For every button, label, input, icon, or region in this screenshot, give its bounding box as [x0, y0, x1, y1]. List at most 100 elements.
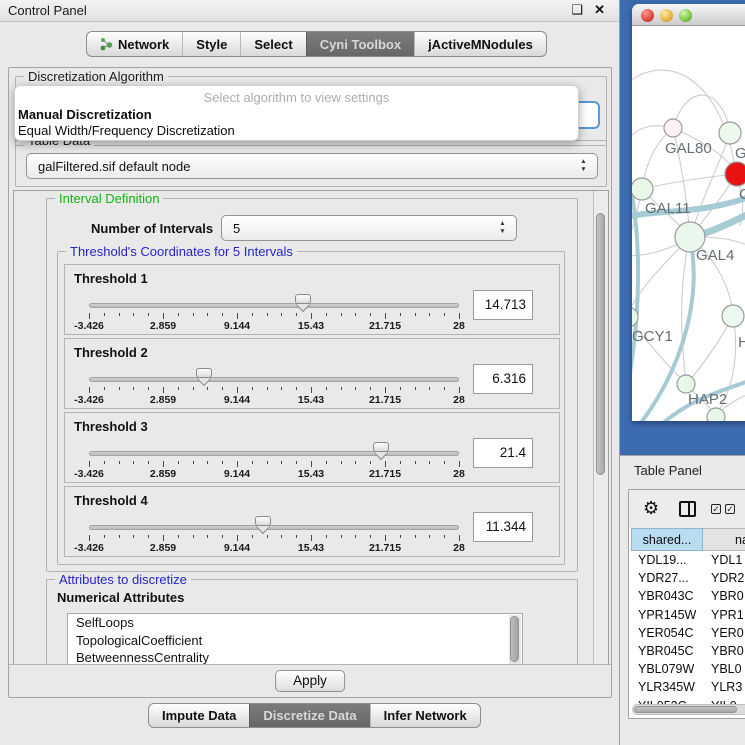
network-node-label: GCY1: [632, 328, 673, 345]
threshold-value-field[interactable]: 21.4: [473, 438, 533, 468]
tick-mark: [119, 535, 120, 538]
table-row[interactable]: YDR27...YDR2: [631, 569, 745, 587]
tick-mark: [193, 387, 194, 390]
network-node[interactable]: [719, 122, 741, 144]
select-checkbox-icon[interactable]: ✓: [725, 504, 735, 514]
tick-mark: [193, 313, 194, 316]
tick-mark: [119, 387, 120, 390]
tab-jactivemnodules[interactable]: jActiveMNodules: [414, 32, 546, 56]
tick-mark: [119, 461, 120, 464]
scrollbar-thumb[interactable]: [634, 706, 737, 713]
numerical-attributes-list[interactable]: SelfLoopsTopologicalCoefficientBetweenne…: [67, 613, 523, 665]
tab-select[interactable]: Select: [240, 32, 305, 56]
attribute-list-item[interactable]: SelfLoops: [68, 614, 522, 632]
table-row[interactable]: YBL079WYBL0: [631, 660, 745, 678]
network-node[interactable]: [707, 408, 725, 421]
threshold-value-field[interactable]: 11.344: [473, 512, 533, 542]
attributes-list-scrollbar[interactable]: [509, 615, 521, 665]
float-window-icon[interactable]: ❑: [571, 2, 583, 18]
tick-mark: [429, 313, 430, 316]
table-data-combobox[interactable]: galFiltered.sif default node ▲▼: [26, 153, 598, 179]
tick-mark: [222, 461, 223, 464]
scrollbar-thumb[interactable]: [510, 616, 519, 662]
column-header-name[interactable]: na: [703, 528, 745, 551]
tick-mark: [163, 461, 164, 467]
network-node[interactable]: [722, 305, 744, 327]
threshold-3-box: Threshold 3-3.4262.8599.14415.4321.71528…: [64, 412, 560, 483]
slider-thumb[interactable]: [196, 368, 212, 386]
slider-track[interactable]: [89, 377, 459, 382]
slider-track[interactable]: [89, 525, 459, 530]
algorithm-option-equal-width[interactable]: Equal Width/Frequency Discretization: [18, 123, 235, 138]
split-columns-icon[interactable]: [679, 501, 696, 517]
slider-thumb[interactable]: [373, 442, 389, 460]
tick-mark: [237, 387, 238, 393]
tick-mark: [459, 313, 460, 319]
tick-mark: [415, 313, 416, 316]
apply-button[interactable]: Apply: [275, 670, 345, 692]
zoom-traffic-light-icon[interactable]: [679, 9, 692, 22]
table-horizontal-scrollbar[interactable]: [632, 704, 745, 715]
network-window-titlebar: [632, 4, 745, 26]
select-checkbox-icon[interactable]: ✓: [711, 504, 721, 514]
numerical-attributes-label: Numerical Attributes: [57, 590, 184, 605]
close-icon[interactable]: ✕: [594, 2, 605, 18]
table-row[interactable]: YLR345WYLR3: [631, 678, 745, 696]
algorithm-dropdown-hint: Select algorithm to view settings: [15, 90, 578, 105]
tick-mark: [89, 387, 90, 393]
table-row[interactable]: YER054CYER0: [631, 624, 745, 642]
tick-mark: [163, 535, 164, 541]
algorithm-option-manual[interactable]: Manual Discretization: [18, 107, 152, 122]
tick-mark: [133, 313, 134, 316]
tick-mark: [341, 461, 342, 464]
tick-label: 15.43: [298, 468, 324, 480]
table-row[interactable]: YPR145WYPR1: [631, 606, 745, 624]
slider-track[interactable]: [89, 451, 459, 456]
tick-mark: [444, 535, 445, 538]
network-node[interactable]: [664, 119, 682, 137]
network-node[interactable]: [725, 162, 745, 186]
threshold-value-field[interactable]: 6.316: [473, 364, 533, 394]
node-table: shared... na YDL19...YDL1YDR27...YDR2YBR…: [631, 528, 745, 704]
tab-cyni-toolbox[interactable]: Cyni Toolbox: [306, 32, 414, 56]
gear-icon[interactable]: ⚙: [643, 498, 659, 519]
mode-tab-impute-data[interactable]: Impute Data: [149, 704, 249, 727]
tab-style[interactable]: Style: [182, 32, 240, 56]
threshold-value-field[interactable]: 14.713: [473, 290, 533, 320]
minimize-traffic-light-icon[interactable]: [660, 9, 673, 22]
table-row[interactable]: YBR045CYBR0: [631, 642, 745, 660]
interval-definition-group: Interval Definition Number of Intervals …: [46, 198, 578, 572]
name-cell: YBL0: [703, 660, 742, 678]
slider-thumb[interactable]: [255, 516, 271, 534]
close-traffic-light-icon[interactable]: [641, 9, 654, 22]
mode-tab-infer-network[interactable]: Infer Network: [370, 704, 480, 727]
settings-panel-scrollbar[interactable]: [593, 191, 608, 664]
tick-mark: [311, 387, 312, 393]
network-canvas[interactable]: GAL80G.CGAL11GAL4GCY1HHAP2: [632, 26, 745, 421]
mode-tab-discretize-data[interactable]: Discretize Data: [249, 704, 369, 727]
tick-mark: [415, 535, 416, 538]
tick-label: 9.144: [224, 394, 250, 406]
network-node[interactable]: [632, 178, 653, 200]
tick-mark: [267, 535, 268, 538]
table-row[interactable]: YDL19...YDL1: [631, 551, 745, 569]
tab-network[interactable]: Network: [87, 32, 182, 56]
slider-track[interactable]: [89, 303, 459, 308]
slider-thumb[interactable]: [295, 294, 311, 312]
tick-mark: [133, 461, 134, 464]
tick-mark: [341, 313, 342, 316]
table-row[interactable]: YBR043CYBR0: [631, 587, 745, 605]
tick-mark: [385, 461, 386, 467]
attribute-list-item[interactable]: BetweennessCentrality: [68, 649, 522, 665]
thumb-cap: [196, 368, 212, 378]
number-of-intervals-combobox[interactable]: 5 ▲▼: [221, 215, 517, 241]
node-table-container: ⚙ ✓ ✓ shared... na YDL19...YDL1YDR27...Y…: [628, 489, 745, 719]
network-node-label: GAL4: [696, 247, 734, 264]
slider-track-area: -3.4262.8599.14415.4321.71528: [89, 265, 459, 334]
scrollbar-thumb[interactable]: [596, 213, 605, 475]
table-row[interactable]: YIL052CYIL0: [631, 697, 745, 705]
tick-mark: [104, 313, 105, 316]
attribute-list-item[interactable]: TopologicalCoefficient: [68, 632, 522, 650]
tick-mark: [341, 535, 342, 538]
column-header-shared-name[interactable]: shared...: [631, 528, 703, 551]
